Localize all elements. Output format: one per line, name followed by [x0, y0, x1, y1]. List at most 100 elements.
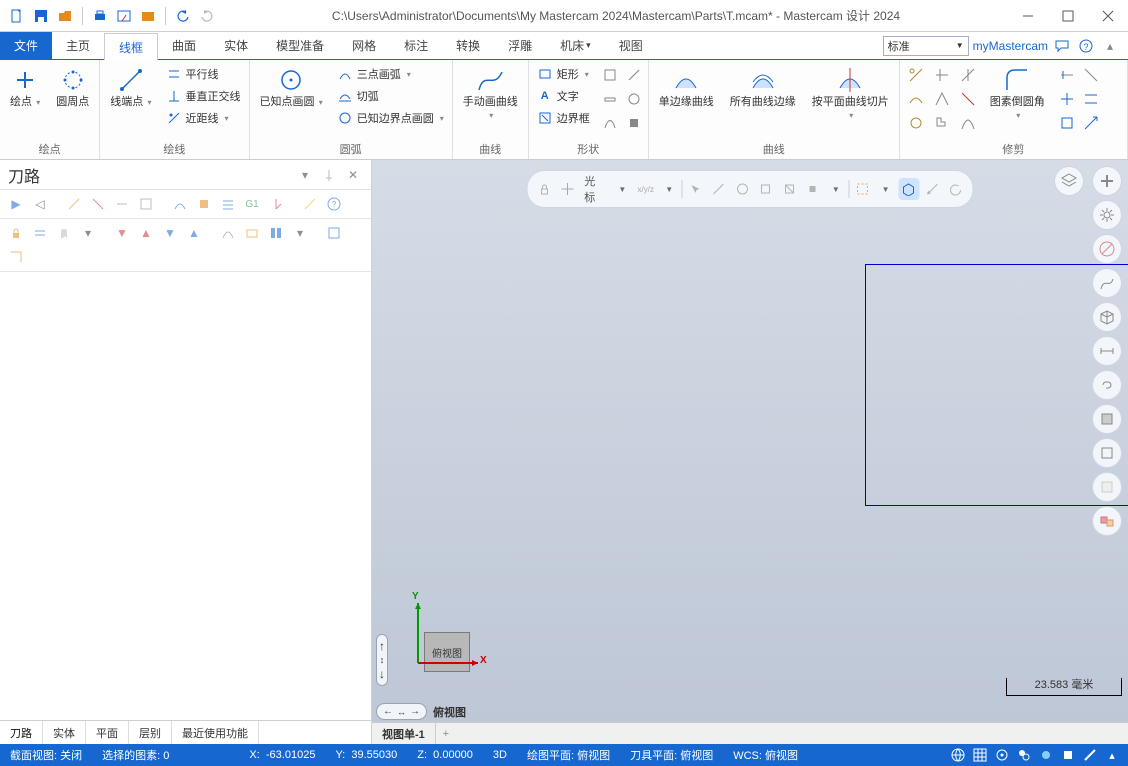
wcs-status[interactable]: WCS: 俯视图 [723, 747, 808, 763]
panel-tab-planes[interactable]: 平面 [86, 721, 129, 744]
tplane-status[interactable]: 刀具平面: 俯视图 [620, 747, 723, 763]
tp-icon[interactable] [6, 247, 26, 267]
triangle-down-icon[interactable]: ▼ [112, 223, 132, 243]
layers-icon[interactable] [1054, 166, 1084, 196]
trim-tool-icon[interactable] [956, 88, 980, 110]
trim-tool-icon[interactable] [1079, 64, 1103, 86]
target-icon[interactable] [994, 747, 1010, 763]
sel-cursor-icon[interactable] [685, 178, 706, 200]
tp-icon[interactable] [170, 194, 190, 214]
circle-point-button[interactable]: 圆周点 [50, 62, 95, 113]
my-mastercam-link[interactable]: myMastercam [973, 39, 1048, 53]
trim-tool-icon[interactable] [1055, 64, 1079, 86]
all-edges-curve-button[interactable]: 所有曲线边缘 [724, 62, 802, 113]
zoom-fit-icon[interactable] [1092, 166, 1122, 196]
viewport[interactable]: 光标 ▼ x/y/z ▼ ▼ ▼ [372, 160, 1128, 722]
triangle-down-icon[interactable]: ▼ [160, 223, 180, 243]
tangent-arc-button[interactable]: 切弧 [333, 86, 448, 106]
square-icon[interactable] [1060, 747, 1076, 763]
select-icon[interactable]: ▶ [6, 194, 26, 214]
tab-view[interactable]: 视图 [605, 32, 657, 59]
lock-icon[interactable] [6, 223, 26, 243]
manual-spline-button[interactable]: 手动画曲线▾ [457, 62, 524, 126]
panel-menu-icon[interactable]: ▾ [295, 165, 315, 185]
fillet-button[interactable]: 图素倒圆角▾ [984, 62, 1051, 126]
tp-icon[interactable] [88, 194, 108, 214]
view-nav-vertical[interactable]: ↑ ↕ ↓ [376, 634, 388, 686]
trim-tool-icon[interactable] [1055, 112, 1079, 134]
save-icon[interactable] [32, 7, 50, 25]
tab-solid[interactable]: 实体 [210, 32, 262, 59]
cplane-status[interactable]: 绘图平面: 俯视图 [517, 747, 620, 763]
tp-icon[interactable]: ▾ [78, 223, 98, 243]
drawn-rectangle[interactable] [865, 264, 1128, 506]
print-icon[interactable] [91, 7, 109, 25]
tp-icon[interactable]: ▾ [290, 223, 310, 243]
dd-icon[interactable]: ▼ [658, 178, 679, 200]
parallel-line-button[interactable]: 平行线 [162, 64, 245, 84]
tp-icon[interactable] [242, 223, 262, 243]
ghost-icon[interactable] [54, 223, 74, 243]
shape-tool-icon[interactable] [622, 64, 646, 86]
triangle-up-icon[interactable]: ▲ [184, 223, 204, 243]
tab-mesh[interactable]: 网格 [338, 32, 390, 59]
line-icon[interactable] [1082, 747, 1098, 763]
shape-tool-icon[interactable] [622, 112, 646, 134]
tp-icon[interactable] [266, 223, 286, 243]
tab-transform[interactable]: 转换 [442, 32, 494, 59]
viewport-tab[interactable]: 视图单-1 [372, 723, 436, 744]
tp-icon[interactable] [64, 194, 84, 214]
minimize-button[interactable] [1008, 0, 1048, 32]
trim-tool-icon[interactable] [930, 112, 954, 134]
help-icon[interactable]: ? [324, 194, 344, 214]
tab-model-prep[interactable]: 模型准备 [262, 32, 338, 59]
sel-tool-icon[interactable] [708, 178, 729, 200]
shape-tool-icon[interactable] [598, 112, 622, 134]
three-point-arc-button[interactable]: 三点画弧▾ [333, 64, 448, 84]
trim-tool-icon[interactable] [904, 64, 928, 86]
tab-file[interactable]: 文件 [0, 32, 52, 59]
new-file-icon[interactable] [8, 7, 26, 25]
tp-icon[interactable] [266, 194, 286, 214]
sel-solid-icon[interactable] [898, 178, 919, 200]
panel-close-icon[interactable]: ✕ [343, 165, 363, 185]
tp-icon[interactable] [194, 194, 214, 214]
sel-tool-icon[interactable] [732, 178, 753, 200]
tab-machine[interactable]: 机床▾ [546, 32, 605, 59]
feedback-icon[interactable] [1052, 36, 1072, 56]
redo-icon[interactable] [198, 7, 216, 25]
sel-tool-icon[interactable] [755, 178, 776, 200]
sel-tool-icon[interactable] [802, 178, 823, 200]
browse-icon[interactable] [139, 7, 157, 25]
panel-tab-toolpaths[interactable]: 刀路 [0, 721, 43, 744]
view-nav-horizontal[interactable]: ← ↔ → [376, 703, 427, 720]
add-viewport-tab[interactable]: + [436, 723, 456, 744]
tab-wireframe[interactable]: 线框 [104, 33, 158, 60]
trim-tool-icon[interactable] [1055, 88, 1079, 110]
draw-point-button[interactable]: 绘点 ▾ [4, 62, 46, 113]
shape-tool-icon[interactable] [622, 88, 646, 110]
material-icon[interactable] [1092, 506, 1122, 536]
dd-icon[interactable]: ▼ [875, 178, 896, 200]
line-endpoint-button[interactable]: 线端点 ▾ [104, 62, 157, 113]
globe-icon[interactable] [950, 747, 966, 763]
panel-tab-solids[interactable]: 实体 [43, 721, 86, 744]
trim-tool-icon[interactable] [956, 112, 980, 134]
bbox-button[interactable]: 边界框 [533, 108, 594, 128]
tp-icon[interactable] [324, 223, 344, 243]
undo-icon[interactable] [174, 7, 192, 25]
tp-icon[interactable] [136, 194, 156, 214]
pin-icon[interactable] [319, 165, 339, 185]
arrow-updown-icon[interactable]: ↕ [380, 655, 385, 665]
sel-undo-icon[interactable] [945, 178, 966, 200]
perpendicular-line-button[interactable]: 垂直正交线 [162, 86, 245, 106]
trim-tool-icon[interactable] [1079, 112, 1103, 134]
tp-icon[interactable] [300, 194, 320, 214]
trim-tool-icon[interactable] [930, 88, 954, 110]
tp-icon[interactable] [112, 194, 132, 214]
panel-tab-recent[interactable]: 最近使用功能 [172, 721, 259, 744]
mode-3d[interactable]: 3D [483, 749, 517, 761]
maximize-button[interactable] [1048, 0, 1088, 32]
tp-icon[interactable] [218, 223, 238, 243]
dd-icon[interactable]: ▼ [612, 178, 633, 200]
